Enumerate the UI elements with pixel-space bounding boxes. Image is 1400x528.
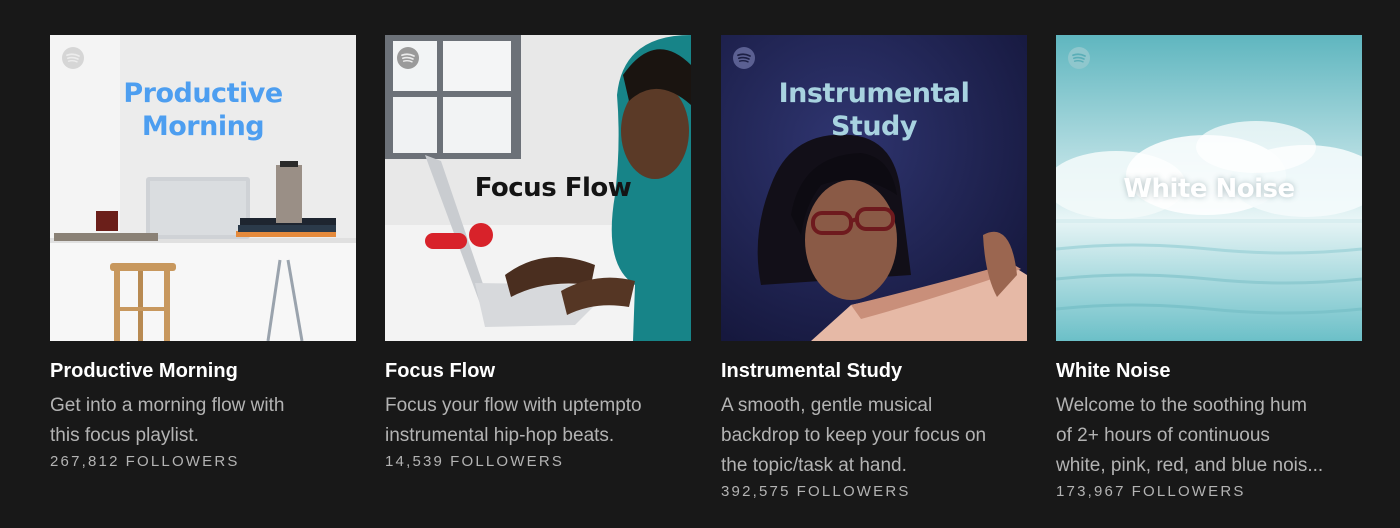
playlist-name[interactable]: Productive Morning [50,359,356,383]
playlist-name[interactable]: Focus Flow [385,359,691,383]
playlist-cover[interactable]: Instrumental Study [721,35,1027,341]
followers-label: FOLLOWERS [450,453,565,470]
description-line: this focus playlist. [50,425,199,446]
playlist-name[interactable]: White Noise [1056,359,1362,383]
cover-title-line: Focus Flow [474,173,632,203]
followers-label: FOLLOWERS [1131,483,1246,500]
cover-title-line: Productive [123,78,283,109]
spotify-logo-icon [397,47,419,69]
followers-count: 173,967 FOLLOWERS [1056,481,1362,503]
description-line: instrumental hip-hop beats. [385,425,615,446]
playlist-description: Welcome to the soothing hum of 2+ hours … [1056,391,1362,481]
description-line: Get into a morning flow with [50,395,285,416]
playlist-cover[interactable]: White Noise [1056,35,1362,341]
playlist-cover[interactable]: Focus Flow [385,35,691,341]
cover-title: White Noise [1056,173,1362,206]
spotify-logo-icon [1068,47,1090,69]
playlist-description: Focus your flow with uptempto instrument… [385,391,691,451]
description-line: white, pink, red, and blue nois... [1056,455,1324,476]
cover-title-line: White Noise [1123,174,1295,204]
description-line: backdrop to keep your focus on [721,425,987,446]
playlist-grid: Productive Morning Productive Morning Ge… [50,35,1362,515]
spotify-logo-icon [733,47,755,69]
description-line: of 2+ hours of continuous [1056,425,1270,446]
followers-label: FOLLOWERS [125,453,240,470]
followers-label: FOLLOWERS [796,483,911,500]
cover-title-line: Instrumental [778,78,970,109]
cover-title-line: Morning [141,111,265,142]
playlist-cover[interactable]: Productive Morning [50,35,356,341]
playlist-card-instrumental-study[interactable]: Instrumental Study Instrumental Study A … [721,35,1027,503]
playlist-description: A smooth, gentle musical backdrop to kee… [721,391,1027,481]
spotify-logo-icon [62,47,84,69]
description-line: the topic/task at hand. [721,455,907,476]
cover-title: Focus Flow [415,172,691,205]
followers-number: 173,967 [1056,483,1126,500]
playlist-name[interactable]: Instrumental Study [721,359,1027,383]
followers-count: 392,575 FOLLOWERS [721,481,1027,503]
cover-title: Productive Morning [50,77,356,143]
description-line: Welcome to the soothing hum [1056,395,1308,416]
followers-number: 392,575 [721,483,791,500]
followers-count: 14,539 FOLLOWERS [385,451,691,473]
playlist-card-white-noise[interactable]: White Noise White Noise Welcome to the s… [1056,35,1362,503]
playlist-card-productive-morning[interactable]: Productive Morning Productive Morning Ge… [50,35,356,473]
followers-number: 267,812 [50,453,120,470]
cover-title: Instrumental Study [721,77,1027,143]
followers-number: 14,539 [385,453,445,470]
followers-count: 267,812 FOLLOWERS [50,451,356,473]
description-line: A smooth, gentle musical [721,395,933,416]
description-line: Focus your flow with uptempto [385,395,642,416]
playlist-card-focus-flow[interactable]: Focus Flow Focus Flow Focus your flow wi… [385,35,691,473]
cover-title-line: Study [830,111,918,142]
playlist-description: Get into a morning flow with this focus … [50,391,356,451]
